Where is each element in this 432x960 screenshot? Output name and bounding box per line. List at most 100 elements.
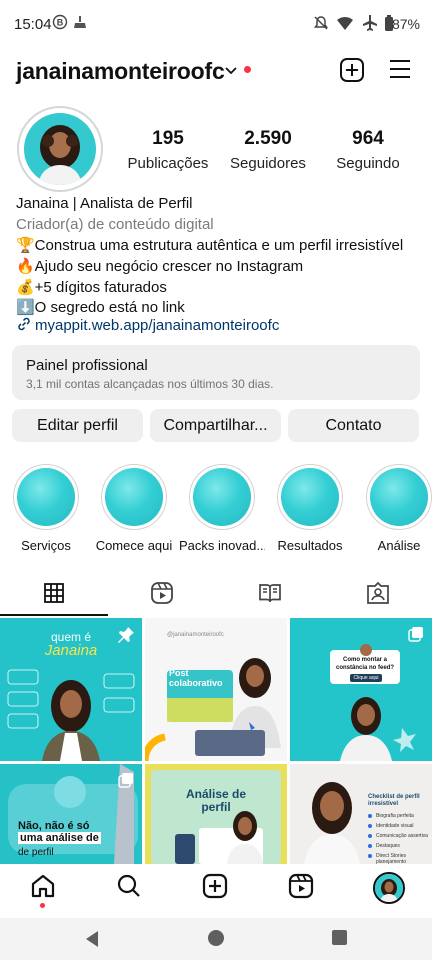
bio-line: ⬇️O segredo está no link: [16, 299, 185, 316]
airplane-icon: [362, 14, 378, 37]
b-badge-icon: B: [52, 14, 68, 35]
tab-tagged[interactable]: [324, 575, 432, 615]
profile-name: Janaina | Analista de Perfil: [16, 195, 193, 212]
post-title: Como montar a constância no feed?: [335, 657, 394, 671]
posts-count-label: Publicações: [127, 155, 209, 172]
following-count-label: Seguindo: [336, 155, 400, 172]
bio-line: 💰+5 dígitos faturados: [16, 279, 167, 296]
edit-profile-button[interactable]: Editar perfil: [12, 409, 143, 442]
highlight-label: Serviços: [21, 538, 71, 553]
reels-icon: [288, 873, 314, 904]
highlight-item[interactable]: Serviços: [3, 464, 89, 553]
post-highlight: uma análise de: [18, 832, 101, 844]
nav-search[interactable]: [86, 868, 172, 908]
system-navigation-bar: [0, 918, 432, 960]
active-tab-indicator: [0, 614, 108, 616]
followers-count[interactable]: 2.590 Seguidores: [213, 128, 323, 172]
highlight-label: Resultados: [277, 538, 343, 553]
posts-count-value: 195: [152, 128, 184, 149]
contact-button[interactable]: Contato: [288, 409, 419, 442]
post-thumbnail[interactable]: Checklist de perfil irresistível Biograf…: [290, 764, 432, 864]
home-icon: [30, 873, 56, 904]
notification-dot: [244, 66, 251, 73]
profile-link[interactable]: myappit.web.app/janainamonteiroofc: [16, 316, 279, 336]
checklist-item: Comunicação assertiva: [376, 833, 428, 839]
post-thumbnail[interactable]: Post colaborativo @janainamonteiroofc: [145, 618, 287, 761]
highlight-label: Análise: [377, 538, 421, 553]
back-icon[interactable]: [84, 930, 100, 953]
highlight-label: Comece aqui: [95, 538, 173, 553]
checklist-item: Biografia perfeita: [376, 813, 414, 819]
post-thumbnail[interactable]: Não, não é só uma análise de de perfil: [0, 764, 142, 864]
home-notification-dot: [40, 903, 45, 908]
followers-count-label: Seguidores: [230, 155, 306, 172]
checklist-item: Destaques: [376, 843, 400, 849]
post-cta: Clique aqui: [353, 675, 379, 681]
reels-icon: [150, 581, 174, 610]
post-title: Análise de perfil: [185, 787, 247, 814]
chevron-down-icon[interactable]: [224, 60, 238, 85]
post-title: Checklist de perfil irresistível: [368, 794, 420, 807]
posts-count[interactable]: 195 Publicações: [113, 128, 223, 172]
following-count[interactable]: 964 Seguindo: [313, 128, 423, 172]
create-post-icon[interactable]: [339, 57, 367, 85]
post-thumbnail[interactable]: Como montar a constância no feed? Clique…: [290, 618, 432, 761]
professional-dashboard[interactable]: Painel profissional 3,1 mil contas alcan…: [12, 345, 420, 400]
battery-level: 87%: [391, 16, 420, 32]
status-bar: 15:04 B 87%: [0, 0, 432, 50]
checklist-item: Direct Stories planejamento: [376, 853, 407, 864]
carousel-icon: [408, 626, 424, 647]
following-count-value: 964: [352, 128, 384, 149]
search-icon: [116, 873, 142, 904]
recents-icon[interactable]: [332, 930, 347, 945]
share-profile-button[interactable]: Compartilhar...: [150, 409, 281, 442]
highlight-cover: [189, 464, 255, 530]
post-thumbnail[interactable]: quem é Janaina: [0, 618, 142, 761]
tab-reels[interactable]: [108, 575, 216, 615]
highlight-cover: [101, 464, 167, 530]
highlight-cover: [366, 464, 432, 530]
profile-avatar-icon: [373, 872, 405, 904]
nav-home[interactable]: [0, 868, 86, 908]
nav-reels[interactable]: [258, 868, 344, 908]
svg-text:B: B: [57, 18, 64, 28]
post-thumbnail[interactable]: Análise de perfil: [145, 764, 287, 864]
highlight-label: Packs inovad...: [179, 538, 265, 553]
highlight-item[interactable]: Resultados: [267, 464, 353, 553]
link-icon: [16, 316, 32, 336]
checklist-item: Identidade visual: [376, 823, 414, 829]
tab-grid[interactable]: [0, 575, 108, 615]
highlight-cover: [277, 464, 343, 530]
post-title: Post colaborativo: [169, 668, 223, 688]
post-handle: @janainamonteiroofc: [167, 632, 224, 638]
carousel-icon: [118, 772, 134, 793]
tab-guides[interactable]: [216, 575, 324, 615]
menu-icon[interactable]: [388, 57, 416, 85]
highlight-item[interactable]: Packs inovad...: [179, 464, 265, 553]
bell-muted-icon: [312, 14, 330, 37]
avatar: [24, 113, 96, 185]
followers-count-value: 2.590: [244, 128, 292, 149]
profile-username[interactable]: janainamonteiroofc: [16, 58, 225, 85]
post-title: Não, não é só: [18, 820, 90, 832]
status-time: 15:04: [14, 16, 52, 33]
guides-icon: [258, 581, 282, 610]
cleaning-icon: [72, 14, 88, 35]
dashboard-subtitle: 3,1 mil contas alcançadas nos últimos 30…: [26, 377, 274, 391]
post-tail: de perfil: [18, 847, 54, 858]
create-icon: [202, 873, 228, 904]
tagged-icon: [366, 581, 390, 610]
profile-avatar[interactable]: [17, 106, 103, 192]
bio-line: 🔥Ajudo seu negócio crescer no Instagram: [16, 258, 304, 275]
highlight-item[interactable]: Análise: [356, 464, 432, 553]
bio-line: 🏆Construa uma estrutura autêntica e um p…: [16, 237, 404, 254]
profile-link-text: myappit.web.app/janainamonteiroofc: [35, 317, 280, 334]
grid-icon: [43, 582, 65, 609]
profile-category: Criador(a) de conteúdo digital: [16, 216, 214, 233]
dashboard-title: Painel profissional: [26, 357, 148, 374]
highlight-item[interactable]: Comece aqui: [91, 464, 177, 553]
home-circle-icon[interactable]: [208, 930, 224, 946]
wifi-icon: [336, 14, 354, 37]
nav-profile[interactable]: [346, 868, 432, 908]
nav-create[interactable]: [172, 868, 258, 908]
